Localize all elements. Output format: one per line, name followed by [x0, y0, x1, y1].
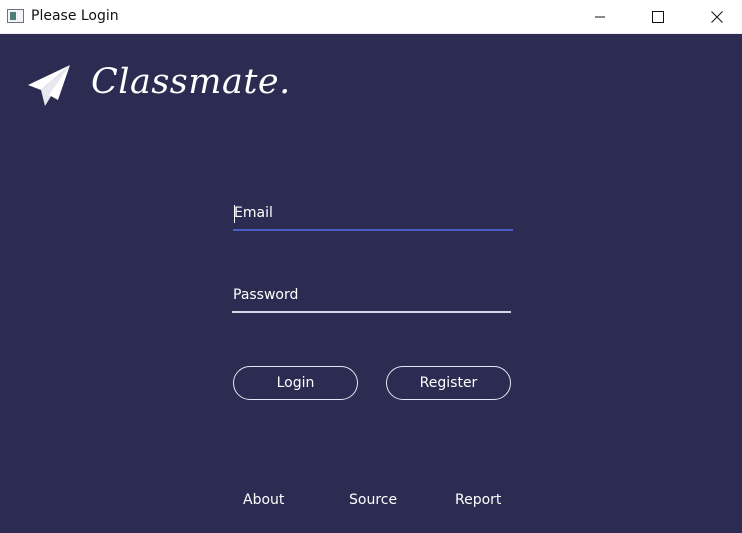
paper-plane-icon [28, 65, 70, 106]
password-field[interactable] [232, 279, 511, 313]
close-icon [711, 10, 723, 23]
brand-name: Classmate. [91, 62, 291, 102]
email-input[interactable] [233, 197, 513, 229]
title-bar: Please Login [0, 0, 742, 34]
maximize-icon [652, 10, 664, 23]
source-link[interactable]: Source [349, 492, 397, 508]
minimize-button[interactable] [571, 0, 629, 33]
text-caret [234, 205, 235, 223]
close-button[interactable] [688, 0, 742, 33]
login-window: Please Login Classmate. Email Login Regi… [0, 0, 742, 533]
minimize-icon [595, 16, 605, 17]
app-window-icon [7, 9, 24, 23]
report-link[interactable]: Report [455, 492, 501, 508]
login-panel: Classmate. Login Register About Source R… [0, 34, 742, 533]
maximize-button[interactable] [629, 0, 687, 33]
login-button[interactable]: Login [233, 366, 358, 400]
email-field[interactable] [233, 197, 513, 231]
about-link[interactable]: About [243, 492, 284, 508]
register-button[interactable]: Register [386, 366, 511, 400]
window-title: Please Login [31, 8, 119, 24]
password-input[interactable] [232, 279, 511, 311]
